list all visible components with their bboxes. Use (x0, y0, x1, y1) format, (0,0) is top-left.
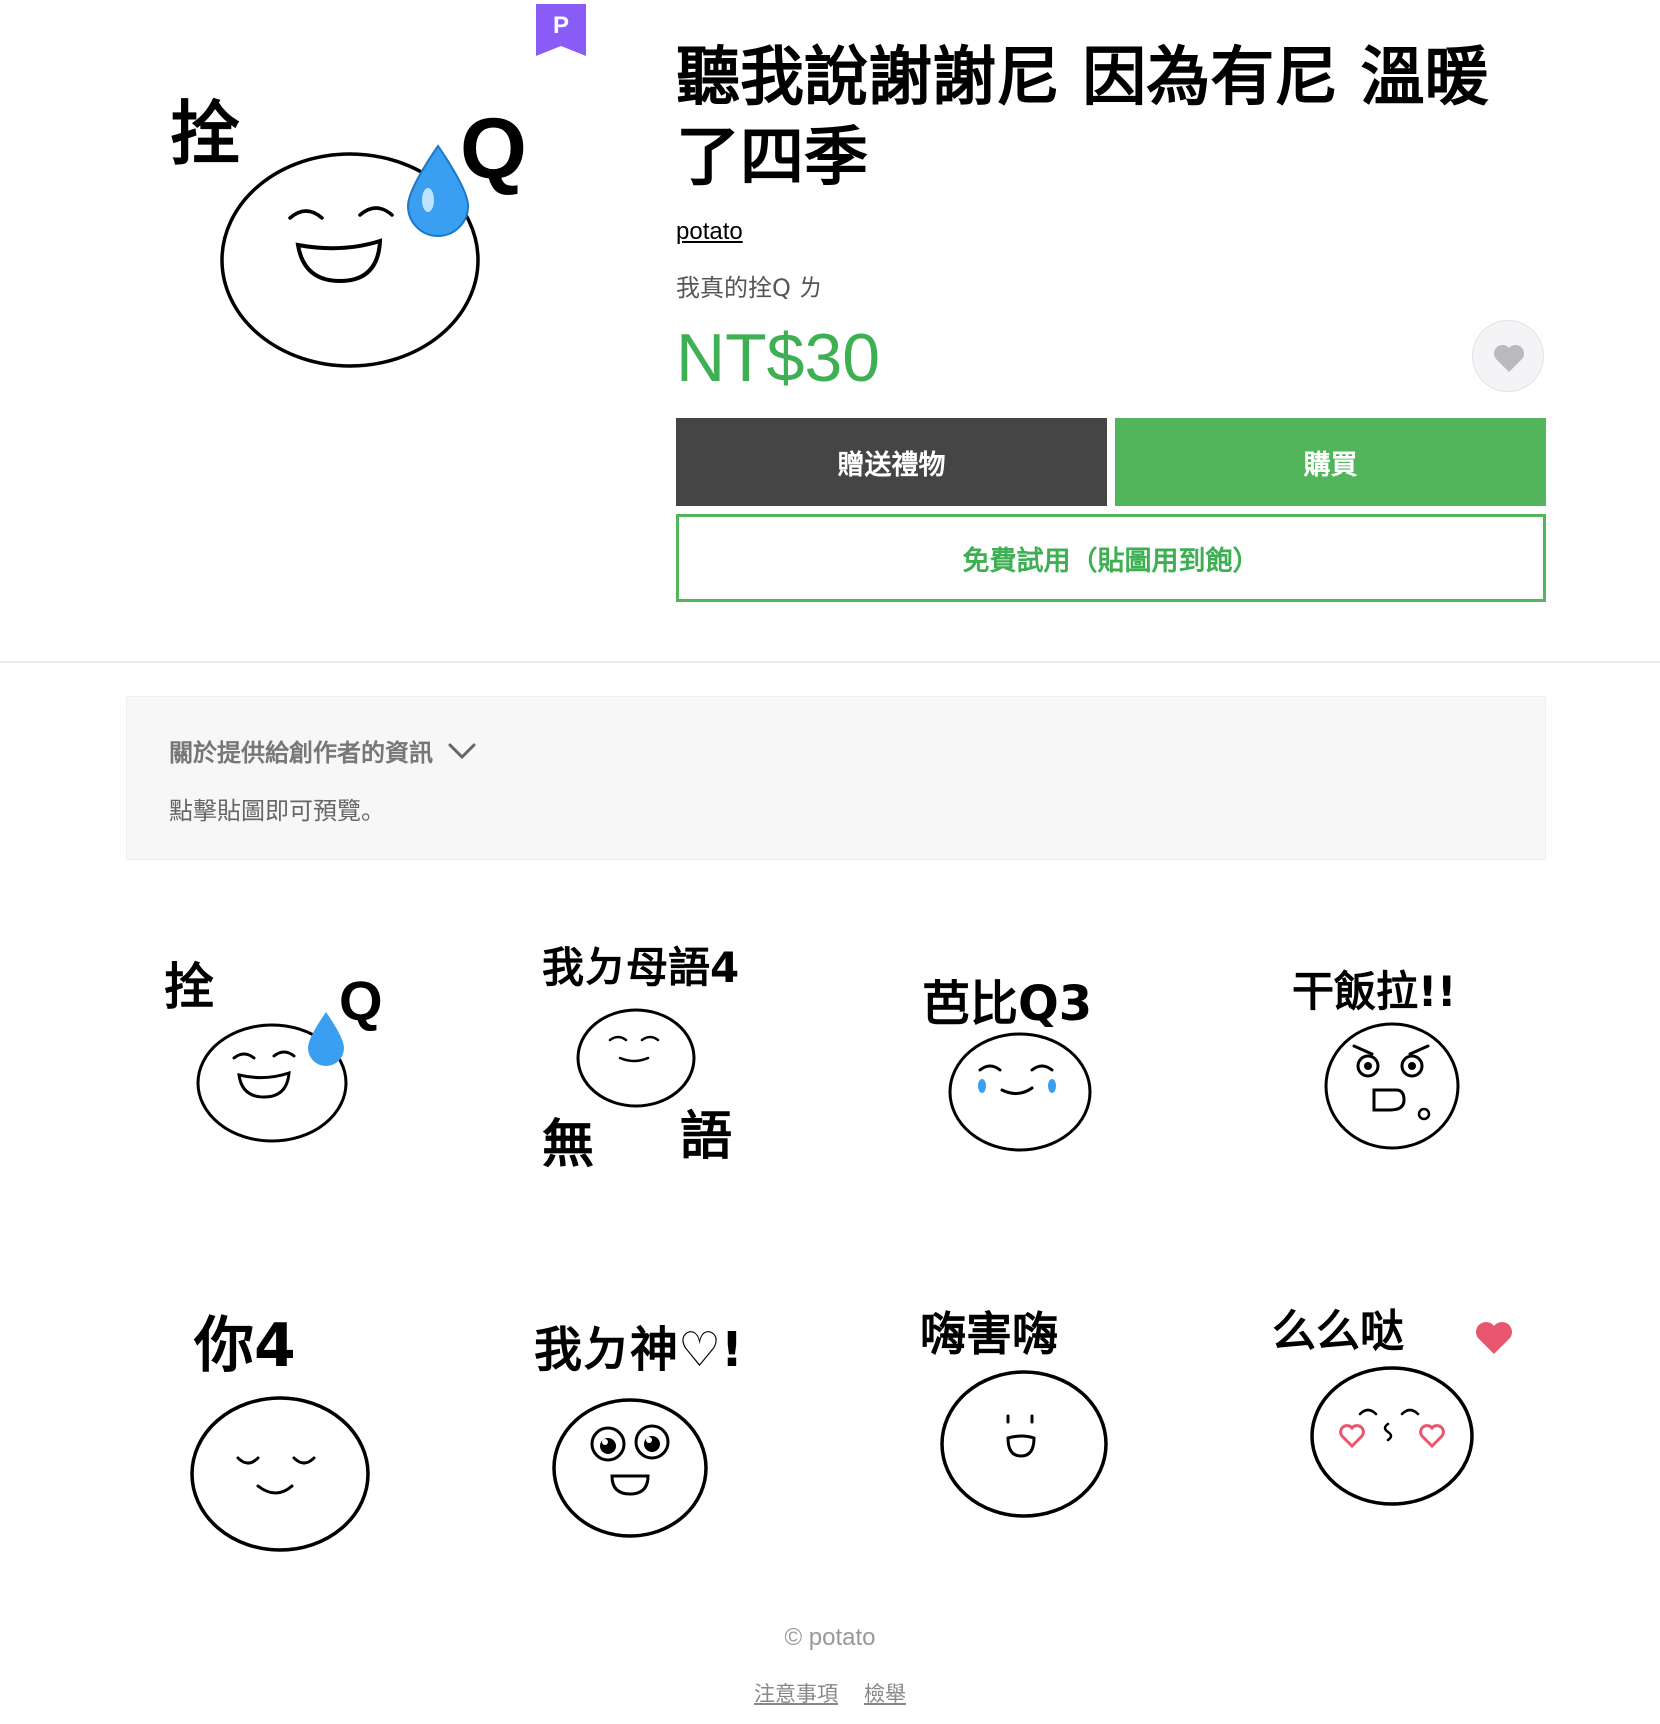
sticker-5-text: 你4 (193, 1311, 296, 1381)
sticker-7-text: 嗨害嗨 (920, 1307, 1058, 1361)
sticker-8[interactable]: 么么哒 (1242, 1290, 1542, 1590)
sticker-1[interactable]: 拴 Q (124, 930, 424, 1230)
sticker-2-text-left: 無 (542, 1115, 594, 1175)
product-description: 我真的拴Q ㄌ (676, 274, 823, 302)
copyright: © potato (784, 1624, 876, 1651)
sticker-5[interactable]: 你4 (124, 1290, 424, 1590)
section-divider (0, 661, 1660, 663)
author-link[interactable]: potato (676, 218, 743, 246)
chevron-down-icon (448, 743, 476, 759)
sticker-1-text: 拴 (164, 958, 214, 1016)
creator-info-toggle[interactable]: 關於提供給創作者的資訊 (169, 733, 477, 768)
premium-badge-letter: P (552, 12, 569, 39)
sticker-8-heart-icon (1476, 1322, 1512, 1354)
main-sticker-text-left: 拴 (170, 93, 240, 175)
footer-links: 注意事項 檢舉 (0, 1678, 1660, 1708)
sticker-3-text: 芭比Q3 (922, 976, 1092, 1032)
sticker-7[interactable]: 嗨害嗨 (876, 1290, 1176, 1590)
footer-link-report[interactable]: 檢舉 (864, 1678, 906, 1708)
creator-info-title: 關於提供給創作者的資訊 (169, 739, 433, 767)
product-title: 聽我說謝謝尼 因為有尼 溫暖了四季 (676, 41, 1489, 195)
sticker-1-text2: Q (339, 969, 383, 1032)
premium-badge: P (536, 4, 586, 56)
main-sticker-image: 拴 Q (150, 60, 550, 380)
sticker-4-text: 干飯拉!! (1292, 967, 1456, 1016)
sticker-2-text-right: 語 (680, 1107, 732, 1167)
free-trial-button[interactable]: 免費試用（貼圖用到飽） (676, 514, 1546, 602)
creator-info-box: 關於提供給創作者的資訊 點擊貼圖即可預覽。 (126, 696, 1546, 860)
sticker-2[interactable]: 我ㄉ母語4 無 語 (490, 930, 790, 1230)
sticker-3[interactable]: 芭比Q3 (876, 930, 1176, 1230)
sticker-4[interactable]: 干飯拉!! (1242, 930, 1542, 1230)
sticker-6-text: 我ㄉ神♡! (534, 1322, 743, 1378)
price: NT$30 (676, 320, 881, 396)
sticker-6[interactable]: 我ㄉ神♡! (490, 1290, 790, 1590)
footer-link-notes[interactable]: 注意事項 (754, 1678, 838, 1708)
sticker-8-text: 么么哒 (1272, 1306, 1404, 1357)
sticker-2-text: 我ㄉ母語4 (542, 943, 739, 992)
favorite-button[interactable] (1472, 320, 1544, 392)
gift-button[interactable]: 贈送禮物 (676, 418, 1107, 506)
buy-button[interactable]: 購買 (1115, 418, 1546, 506)
main-sticker-text-right: Q (460, 101, 527, 197)
preview-hint: 點擊貼圖即可預覽。 (169, 797, 385, 825)
heart-icon (1493, 344, 1525, 372)
